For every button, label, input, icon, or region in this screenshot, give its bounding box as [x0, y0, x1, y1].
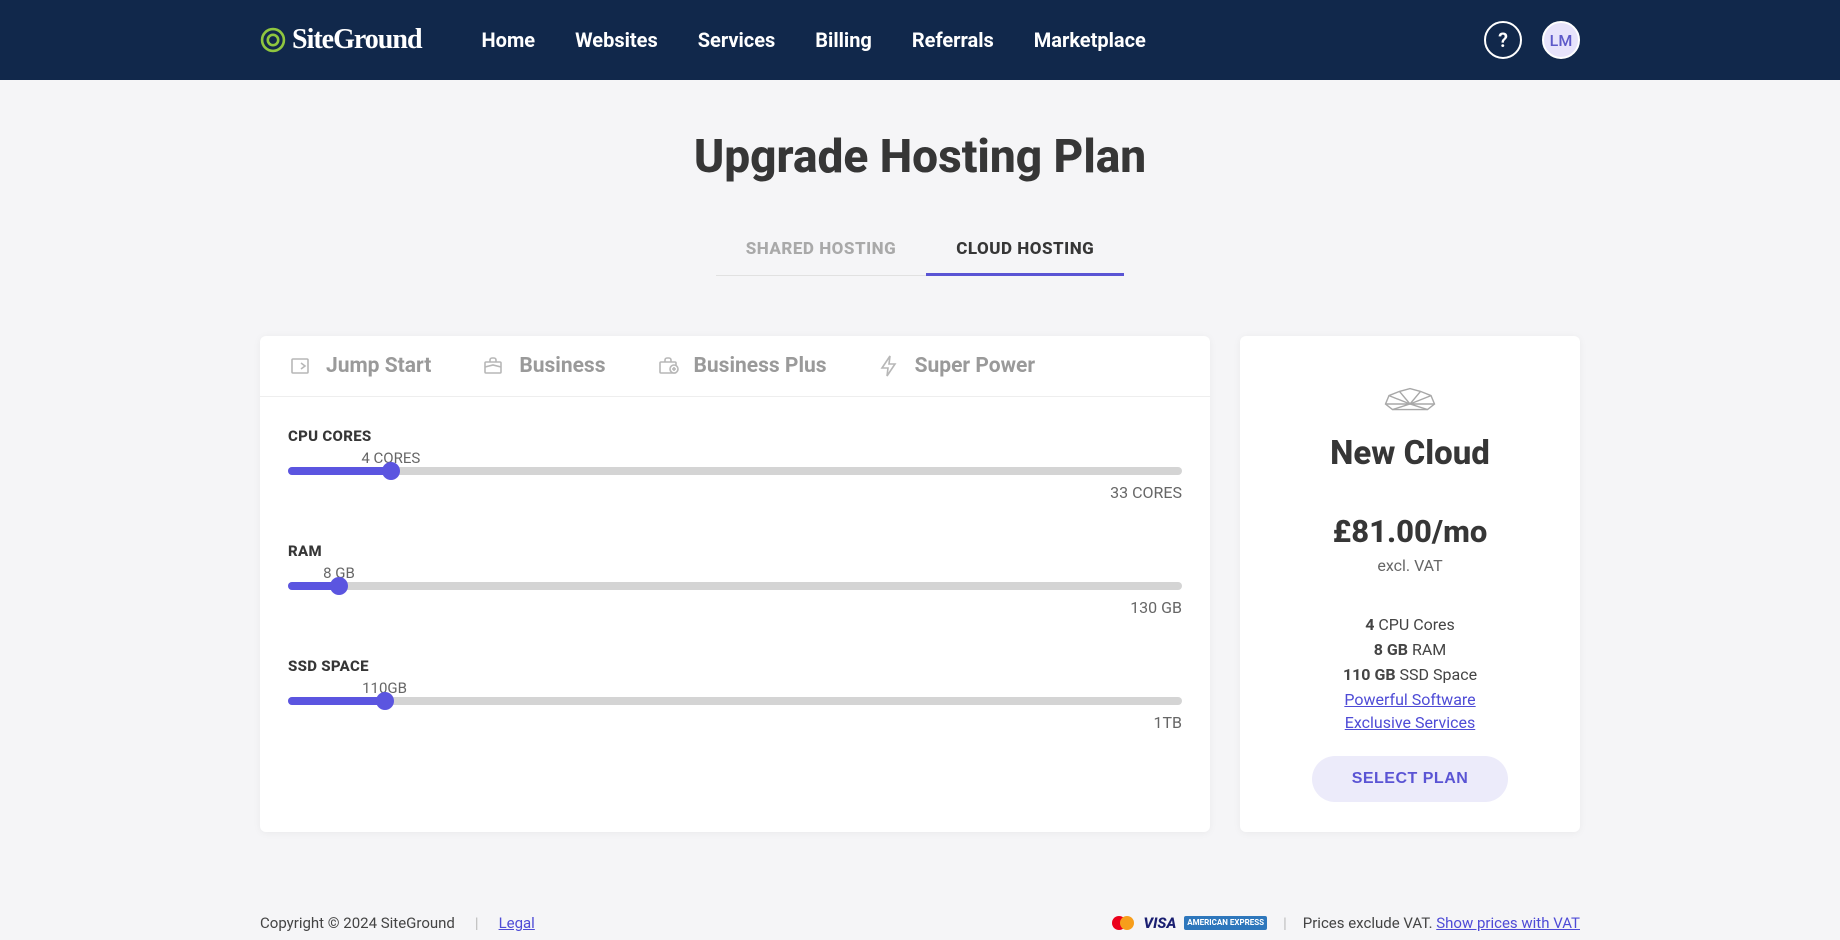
spec-cpu-label: CPU Cores — [1374, 615, 1454, 634]
nav-marketplace[interactable]: Marketplace — [1034, 28, 1146, 52]
cloud-icon — [1375, 376, 1445, 418]
spec-ssd-val: 110 GB — [1343, 665, 1396, 684]
jump-start-icon — [288, 354, 312, 378]
header-right: ? LM — [1484, 21, 1580, 59]
preset-label: Super Power — [915, 354, 1035, 378]
header: SiteGround Home Websites Services Billin… — [0, 0, 1840, 80]
payment-icons: VISA AMERICAN EXPRESS — [1110, 914, 1268, 932]
slider-ssd-fill — [288, 697, 385, 705]
slider-cpu-label: CPU CORES — [288, 427, 1182, 445]
help-icon[interactable]: ? — [1484, 21, 1522, 59]
link-powerful-software[interactable]: Powerful Software — [1260, 690, 1560, 709]
tab-cloud-hosting[interactable]: CLOUD HOSTING — [926, 225, 1124, 276]
footer-left: Copyright © 2024 SiteGround | Legal — [260, 914, 535, 932]
super-power-icon — [877, 354, 901, 378]
link-exclusive-services[interactable]: Exclusive Services — [1260, 713, 1560, 732]
preset-business[interactable]: Business — [481, 354, 605, 378]
summary-title: New Cloud — [1260, 434, 1560, 473]
nav-websites[interactable]: Websites — [575, 28, 658, 52]
slider-ssd-track-wrap: 110GB — [288, 679, 1182, 705]
visa-icon: VISA — [1144, 914, 1177, 932]
preset-business-plus[interactable]: Business Plus — [656, 354, 827, 378]
business-plus-icon — [656, 354, 680, 378]
footer-vat-text: Prices exclude VAT. Show prices with VAT — [1303, 914, 1580, 932]
spec-ssd-label: SSD Space — [1396, 665, 1477, 684]
footer-copyright: Copyright © 2024 SiteGround — [260, 914, 455, 932]
page-title: Upgrade Hosting Plan — [260, 130, 1580, 184]
slider-cpu-fill — [288, 467, 391, 475]
select-plan-button[interactable]: SELECT PLAN — [1312, 756, 1509, 802]
footer-divider-2: | — [1283, 914, 1287, 932]
tab-shared-hosting[interactable]: SHARED HOSTING — [716, 225, 926, 276]
footer-divider: | — [475, 914, 479, 932]
slider-ssd-track[interactable] — [288, 697, 1182, 705]
footer-right: VISA AMERICAN EXPRESS | Prices exclude V… — [1110, 914, 1580, 932]
spec-ram: 8 GB RAM — [1260, 640, 1560, 659]
preset-super-power[interactable]: Super Power — [877, 354, 1035, 378]
slider-cpu-max: 33 CORES — [288, 483, 1182, 502]
nav-billing[interactable]: Billing — [815, 28, 872, 52]
summary-vat-note: excl. VAT — [1260, 556, 1560, 575]
hosting-type-tabs: SHARED HOSTING CLOUD HOSTING — [716, 224, 1125, 276]
logo-icon — [260, 27, 286, 53]
slider-ram: RAM 8 GB 130 GB — [288, 542, 1182, 617]
business-icon — [481, 354, 505, 378]
slider-cpu-thumb[interactable] — [382, 462, 400, 480]
nav-referrals[interactable]: Referrals — [912, 28, 994, 52]
sliders-area: CPU CORES 4 CORES 33 CORES RAM 8 GB — [260, 397, 1210, 792]
mastercard-icon — [1110, 915, 1136, 931]
slider-cpu-track-wrap: 4 CORES — [288, 449, 1182, 475]
slider-ssd: SSD SPACE 110GB 1TB — [288, 657, 1182, 732]
footer: Copyright © 2024 SiteGround | Legal VISA… — [0, 898, 1840, 940]
preset-label: Jump Start — [326, 354, 431, 378]
logo-text: SiteGround — [292, 24, 422, 56]
config-card: Jump Start Business Business Plus Super … — [260, 336, 1210, 832]
spec-ssd: 110 GB SSD Space — [1260, 665, 1560, 684]
slider-ssd-label: SSD SPACE — [288, 657, 1182, 675]
slider-ram-track-wrap: 8 GB — [288, 564, 1182, 590]
slider-ram-max: 130 GB — [288, 598, 1182, 617]
preset-jump-start[interactable]: Jump Start — [288, 354, 431, 378]
spec-ram-label: RAM — [1408, 640, 1446, 659]
spec-cpu: 4 CPU Cores — [1260, 615, 1560, 634]
preset-label: Business — [519, 354, 605, 378]
header-left: SiteGround Home Websites Services Billin… — [260, 24, 1146, 56]
avatar[interactable]: LM — [1542, 21, 1580, 59]
slider-ram-thumb[interactable] — [330, 577, 348, 595]
nav-home[interactable]: Home — [482, 28, 536, 52]
nav-services[interactable]: Services — [698, 28, 776, 52]
slider-ssd-thumb[interactable] — [376, 692, 394, 710]
preset-label: Business Plus — [694, 354, 827, 378]
summary-price: £81.00/mo — [1260, 513, 1560, 550]
logo[interactable]: SiteGround — [260, 24, 422, 56]
footer-vat-link[interactable]: Show prices with VAT — [1436, 914, 1580, 932]
presets-row: Jump Start Business Business Plus Super … — [260, 336, 1210, 397]
slider-cpu: CPU CORES 4 CORES 33 CORES — [288, 427, 1182, 502]
spec-ram-val: 8 GB — [1374, 640, 1408, 659]
slider-ssd-max: 1TB — [288, 713, 1182, 732]
footer-legal-link[interactable]: Legal — [499, 914, 535, 932]
content-row: Jump Start Business Business Plus Super … — [260, 336, 1580, 832]
main-nav: Home Websites Services Billing Referrals… — [482, 28, 1146, 52]
amex-icon: AMERICAN EXPRESS — [1184, 916, 1267, 930]
main: Upgrade Hosting Plan SHARED HOSTING CLOU… — [0, 80, 1840, 832]
slider-cpu-track[interactable] — [288, 467, 1182, 475]
slider-ram-label: RAM — [288, 542, 1182, 560]
summary-card: New Cloud £81.00/mo excl. VAT 4 CPU Core… — [1240, 336, 1580, 832]
slider-ram-track[interactable] — [288, 582, 1182, 590]
